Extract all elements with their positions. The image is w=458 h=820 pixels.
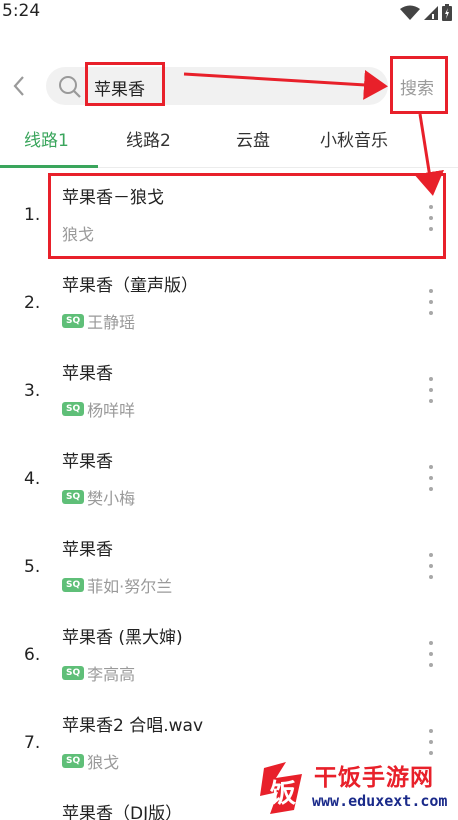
item-subtitle: SQ 杨咩咩 — [62, 397, 135, 421]
item-index: 3. — [24, 381, 41, 401]
watermark-logo-char: 饭 — [270, 779, 296, 809]
dot-icon — [429, 729, 433, 733]
active-tab-indicator — [0, 165, 98, 168]
more-options-button[interactable] — [424, 641, 438, 667]
tab-line-2[interactable]: 线路2 — [126, 126, 171, 151]
dot-icon — [429, 476, 433, 480]
item-artist: 樊小梅 — [87, 489, 136, 508]
battery-icon — [442, 4, 452, 21]
dot-icon — [429, 311, 433, 315]
item-subtitle: SQ 狼戈 — [62, 749, 119, 773]
sq-quality-badge: SQ — [62, 314, 85, 328]
item-index: 2. — [24, 293, 41, 313]
watermark-name: 干饭手游网 — [314, 765, 434, 791]
dot-icon — [429, 465, 433, 469]
list-item[interactable]: 3. 苹果香 SQ 杨咩咩 — [0, 351, 458, 439]
tab-line-1[interactable]: 线路1 — [24, 126, 69, 151]
back-button[interactable] — [6, 70, 32, 102]
annotation-box-search-button — [390, 56, 448, 114]
sq-quality-badge: SQ — [62, 402, 85, 416]
item-index: 1. — [24, 205, 41, 225]
dot-icon — [429, 553, 433, 557]
item-index: 4. — [24, 469, 41, 489]
dot-icon — [429, 289, 433, 293]
item-subtitle: SQ 李高高 — [62, 661, 135, 685]
item-title: 苹果香2 合唱.wav — [62, 716, 204, 736]
chevron-left-icon — [13, 76, 24, 96]
item-subtitle: SQ 菲如·努尔兰 — [62, 573, 172, 597]
more-options-button[interactable] — [424, 289, 438, 315]
item-artist: 李高高 — [87, 665, 136, 684]
annotation-box-search-text — [85, 62, 165, 106]
tab-cloud-disk[interactable]: 云盘 — [236, 126, 270, 151]
dot-icon — [429, 487, 433, 491]
item-index: 6. — [24, 645, 41, 665]
list-item[interactable]: 6. 苹果香 (黑大婶) SQ 李高高 — [0, 615, 458, 703]
item-title: 苹果香 — [62, 540, 113, 560]
status-time: 5:24 — [2, 1, 41, 21]
tab-xiaoqiu-music[interactable]: 小秋音乐 — [320, 126, 388, 151]
item-title: 苹果香（童声版） — [62, 276, 198, 296]
list-item[interactable]: 5. 苹果香 SQ 菲如·努尔兰 — [0, 527, 458, 615]
item-title: 苹果香（DJ版） — [62, 804, 183, 820]
dot-icon — [429, 388, 433, 392]
item-index: 7. — [24, 733, 41, 753]
more-options-button[interactable] — [424, 553, 438, 579]
list-item[interactable]: 2. 苹果香（童声版） SQ 王静瑶 — [0, 263, 458, 351]
item-artist: 杨咩咩 — [87, 401, 136, 420]
source-tabs: 线路1 线路2 云盘 小秋音乐 — [0, 116, 458, 168]
item-title: 苹果香 — [62, 452, 113, 472]
watermark-logo-icon: 饭 — [260, 762, 302, 814]
dot-icon — [429, 399, 433, 403]
dot-icon — [429, 564, 433, 568]
item-title: 苹果香 — [62, 364, 113, 384]
dot-icon — [429, 740, 433, 744]
dot-icon — [429, 377, 433, 381]
dot-icon — [429, 663, 433, 667]
status-bar: 5:24 — [0, 0, 458, 26]
watermark-url: www.eduxext.com — [312, 792, 448, 810]
item-title: 苹果香 (黑大婶) — [62, 628, 183, 648]
wifi-icon — [400, 5, 420, 20]
more-options-button[interactable] — [424, 465, 438, 491]
more-options-button[interactable] — [424, 377, 438, 403]
sq-quality-badge: SQ — [62, 578, 85, 592]
status-icons — [400, 4, 452, 21]
annotation-box-first-result — [48, 173, 446, 259]
dot-icon — [429, 641, 433, 645]
sq-quality-badge: SQ — [62, 754, 85, 768]
signal-icon — [424, 5, 438, 20]
watermark: 饭 干饭手游网 www.eduxext.com — [252, 752, 458, 820]
dot-icon — [429, 300, 433, 304]
list-item[interactable]: 4. 苹果香 SQ 樊小梅 — [0, 439, 458, 527]
dot-icon — [429, 575, 433, 579]
dot-icon — [429, 652, 433, 656]
sq-quality-badge: SQ — [62, 666, 85, 680]
sq-quality-badge: SQ — [62, 490, 85, 504]
item-index: 5. — [24, 557, 41, 577]
item-subtitle: SQ 樊小梅 — [62, 485, 135, 509]
item-artist: 菲如·努尔兰 — [87, 577, 173, 596]
item-artist: 王静瑶 — [87, 313, 136, 332]
item-subtitle: SQ 王静瑶 — [62, 309, 135, 333]
search-icon — [59, 76, 81, 98]
item-artist: 狼戈 — [87, 753, 120, 772]
